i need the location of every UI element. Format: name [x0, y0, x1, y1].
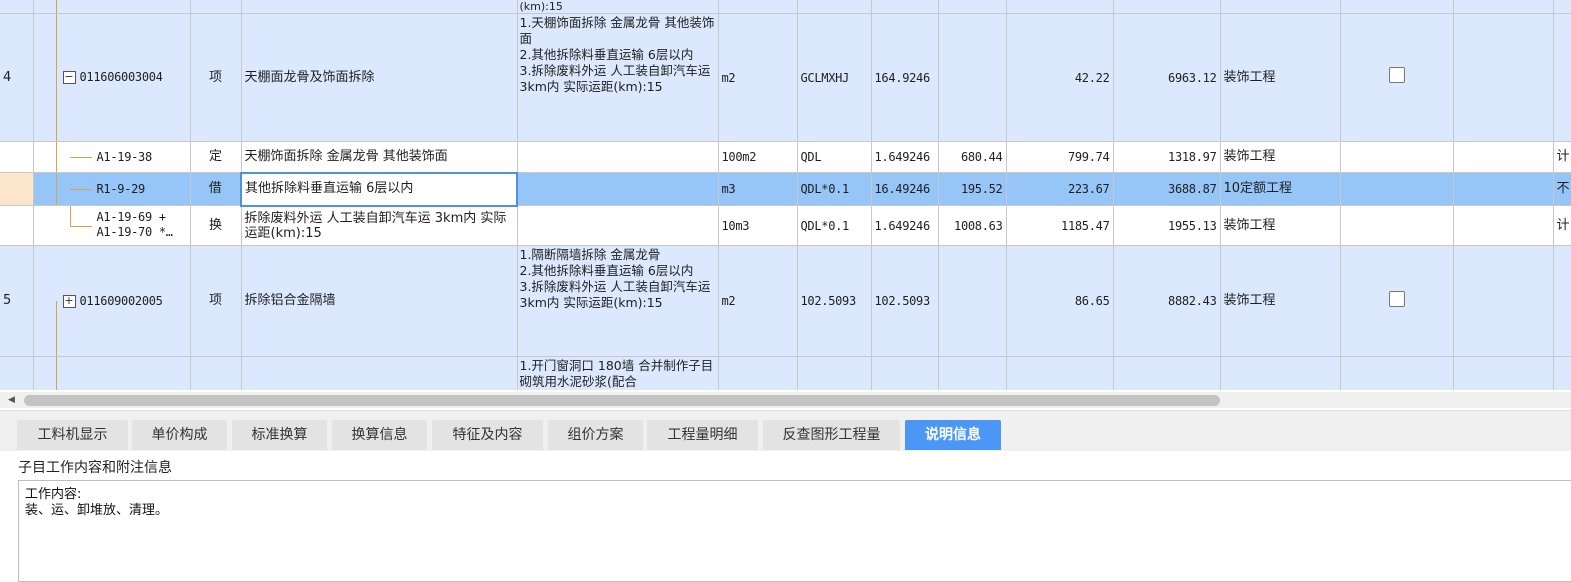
- table-row-selected[interactable]: R1-9-29 借 其他拆除料垂直运输 6层以内 m3 QDL*0.1 16.4…: [0, 171, 1571, 207]
- tab-pricing-scheme[interactable]: 组价方案: [548, 420, 643, 450]
- price-cell[interactable]: [938, 13, 1007, 142]
- info-line: 工作内容:: [25, 487, 82, 502]
- row-number: 4: [0, 13, 34, 142]
- type-cell: 借: [190, 172, 242, 206]
- tab-quantity-detail[interactable]: 工程量明细: [647, 420, 758, 450]
- tab-unit-price-composition[interactable]: 单价构成: [132, 420, 227, 450]
- table-row[interactable]: 1.开门窗洞口 180墙 合并制作子目 砌筑用水泥砂浆(配合: [0, 356, 1571, 390]
- feature-cell[interactable]: [517, 141, 719, 173]
- unitprice-cell[interactable]: 799.74: [1006, 141, 1114, 173]
- bill-table: (km):15 4 −011606003004 项 天棚面龙骨及饰面拆除 1.天…: [0, 0, 1571, 390]
- checkbox[interactable]: [1388, 67, 1405, 83]
- unit-cell[interactable]: m3: [718, 172, 798, 206]
- feature-cell[interactable]: (km):15: [517, 0, 719, 14]
- info-section-title: 子目工作内容和附注信息: [18, 460, 172, 476]
- quota-code: A1-19-38: [96, 149, 153, 164]
- bottom-tab-bar: 工料机显示 单价构成 标准换算 换算信息 特征及内容 组价方案 工程量明细 反查…: [0, 410, 1571, 451]
- qty-cell[interactable]: 16.49246: [871, 172, 939, 206]
- scroll-left-icon[interactable]: ◀: [8, 395, 15, 405]
- total-cell: 6963.12: [1113, 13, 1221, 142]
- qty-cell[interactable]: 1.649246: [871, 141, 939, 173]
- type-cell: 定: [190, 141, 242, 173]
- table-row[interactable]: 4 −011606003004 项 天棚面龙骨及饰面拆除 1.天棚饰面拆除 金属…: [0, 13, 1571, 142]
- qty-cell[interactable]: 1.649246: [871, 205, 939, 246]
- tab-description-info[interactable]: 说明信息: [905, 420, 1001, 450]
- project-cell[interactable]: 10定额工程: [1220, 172, 1341, 206]
- table-row[interactable]: (km):15: [0, 0, 1571, 14]
- tab-labor-material[interactable]: 工料机显示: [17, 420, 128, 450]
- feature-cell[interactable]: [517, 205, 719, 246]
- type-cell: 项: [190, 13, 242, 142]
- tab-reverse-graphic-quantity[interactable]: 反查图形工程量: [763, 420, 900, 450]
- total-cell: 1318.97: [1113, 141, 1221, 173]
- name-cell[interactable]: 天棚饰面拆除 金属龙骨 其他装饰面: [241, 141, 518, 173]
- type-cell: 项: [190, 245, 242, 357]
- name-cell[interactable]: 天棚面龙骨及饰面拆除: [241, 13, 518, 142]
- project-cell[interactable]: 装饰工程: [1220, 205, 1341, 246]
- name-cell-editing[interactable]: 其他拆除料垂直运输 6层以内: [240, 171, 518, 207]
- expand-toggle-icon[interactable]: +: [62, 294, 76, 308]
- expr-cell[interactable]: QDL: [797, 141, 872, 173]
- name-cell[interactable]: 拆除废料外运 人工装自卸汽车运 3km内 实际运距(km):15: [241, 205, 518, 246]
- project-cell[interactable]: 装饰工程: [1220, 245, 1341, 357]
- quota-code: A1-19-69 + A1-19-70 *…: [96, 210, 173, 239]
- qty-cell[interactable]: 102.5093: [871, 245, 939, 357]
- scrollbar-thumb[interactable]: [24, 395, 1220, 406]
- table-row[interactable]: A1-19-38 定 天棚饰面拆除 金属龙骨 其他装饰面 100m2 QDL 1…: [0, 141, 1571, 173]
- unitprice-cell[interactable]: 86.65: [1006, 245, 1114, 357]
- row-number: 5: [0, 245, 34, 357]
- table-row[interactable]: 5 +011609002005 项 拆除铝合金隔墙 1.隔断隔墙拆除 金属龙骨 …: [0, 245, 1571, 357]
- unit-cell[interactable]: m2: [718, 245, 798, 357]
- feature-cell[interactable]: 1.开门窗洞口 180墙 合并制作子目 砌筑用水泥砂浆(配合: [517, 356, 719, 390]
- project-cell[interactable]: 装饰工程: [1220, 141, 1341, 173]
- total-cell: 8882.43: [1113, 245, 1221, 357]
- expr-cell[interactable]: QDL*0.1: [797, 205, 872, 246]
- feature-cell[interactable]: [517, 172, 719, 206]
- expr-cell[interactable]: 102.5093: [797, 245, 872, 357]
- total-cell: 3688.87: [1113, 172, 1221, 206]
- unitprice-cell[interactable]: 42.22: [1006, 13, 1114, 142]
- item-code: 011609002005: [79, 293, 163, 308]
- type-cell: 换: [190, 205, 242, 246]
- tab-features-content[interactable]: 特征及内容: [432, 420, 543, 450]
- unit-cell[interactable]: 10m3: [718, 205, 798, 246]
- price-cell[interactable]: [938, 245, 1007, 357]
- feature-cell[interactable]: 1.隔断隔墙拆除 金属龙骨 2.其他拆除料垂直运输 6层以内 3.拆除废料外运 …: [517, 245, 719, 357]
- unit-cell[interactable]: 100m2: [718, 141, 798, 173]
- qty-cell[interactable]: 164.9246: [871, 13, 939, 142]
- checkbox[interactable]: [1388, 290, 1405, 307]
- price-cell[interactable]: 195.52: [938, 172, 1007, 206]
- info-line: 装、运、卸堆放、清理。: [25, 503, 169, 518]
- expr-cell[interactable]: GCLMXHJ: [797, 13, 872, 142]
- table-row[interactable]: A1-19-69 + A1-19-70 *… 换 拆除废料外运 人工装自卸汽车运…: [0, 205, 1571, 246]
- info-textarea[interactable]: 工作内容: 装、运、卸堆放、清理。: [18, 480, 1571, 582]
- tab-standard-conversion[interactable]: 标准换算: [232, 420, 327, 450]
- name-cell[interactable]: 拆除铝合金隔墙: [241, 245, 518, 357]
- project-cell[interactable]: 装饰工程: [1220, 13, 1341, 142]
- item-code: 011606003004: [79, 70, 163, 84]
- quota-code: R1-9-29: [96, 181, 146, 196]
- tab-conversion-info[interactable]: 换算信息: [332, 420, 427, 450]
- expr-cell[interactable]: QDL*0.1: [797, 172, 872, 206]
- unitprice-cell[interactable]: 1185.47: [1006, 205, 1114, 246]
- horizontal-scrollbar[interactable]: ◀: [0, 392, 1571, 408]
- collapse-toggle-icon[interactable]: −: [62, 71, 76, 84]
- bill-grid: (km):15 4 −011606003004 项 天棚面龙骨及饰面拆除 1.天…: [0, 0, 1571, 390]
- total-cell: 1955.13: [1113, 205, 1221, 246]
- extra-cell: 不: [1553, 172, 1571, 206]
- price-cell[interactable]: 680.44: [938, 141, 1007, 173]
- unit-cell[interactable]: m2: [718, 13, 798, 142]
- price-cell[interactable]: 1008.63: [938, 205, 1007, 246]
- feature-cell[interactable]: 1.天棚饰面拆除 金属龙骨 其他装饰面 2.其他拆除料垂直运输 6层以内 3.拆…: [517, 13, 719, 142]
- unitprice-cell[interactable]: 223.67: [1006, 172, 1114, 206]
- extra-cell: 计: [1553, 141, 1571, 173]
- extra-cell: 计: [1553, 205, 1571, 246]
